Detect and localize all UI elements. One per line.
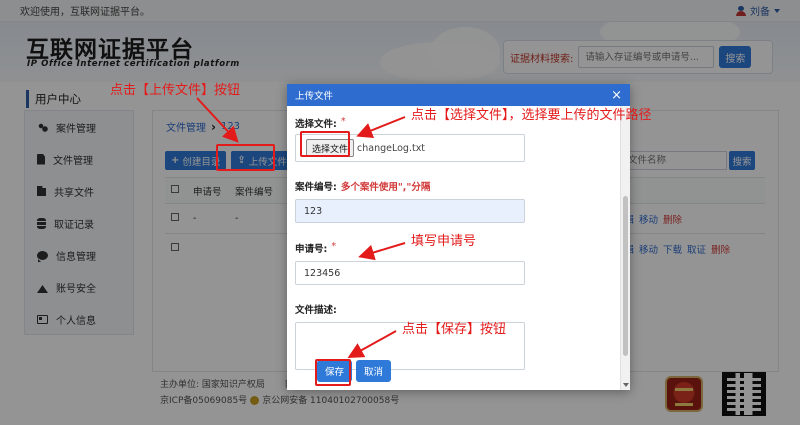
desc-field-label: 文件描述:: [295, 305, 337, 316]
save-button-highlight: [315, 359, 351, 386]
scroll-down-icon[interactable]: [623, 383, 629, 387]
upload-tip: 点击【上传文件】按钮: [110, 83, 241, 98]
scrollbar-thumb[interactable]: [623, 196, 628, 356]
save-tip: 点击【保存】按钮: [402, 322, 507, 337]
case-number-input[interactable]: [295, 199, 525, 223]
upload-button-highlight: [216, 144, 275, 171]
dialog-title: 上传文件: [295, 91, 334, 102]
required-mark: *: [331, 241, 337, 252]
choose-file-highlight: [300, 131, 350, 157]
dialog-scrollbar[interactable]: [620, 106, 630, 390]
fill-application-tip: 填写申请号: [411, 234, 477, 249]
case-field-label: 案件编号: 多个案件使用","分隔: [295, 179, 612, 193]
selected-file-name: changeLog.txt: [357, 142, 426, 154]
dialog-header: 上传文件 ×: [287, 84, 630, 106]
close-icon[interactable]: ×: [611, 89, 622, 102]
case-hint: 多个案件使用","分隔: [340, 182, 431, 193]
required-mark: *: [340, 116, 346, 127]
choose-file-tip: 点击【选择文件】，选择要上传的文件路径: [411, 108, 652, 123]
cancel-button[interactable]: 取消: [356, 360, 392, 382]
application-number-input[interactable]: [295, 261, 525, 285]
